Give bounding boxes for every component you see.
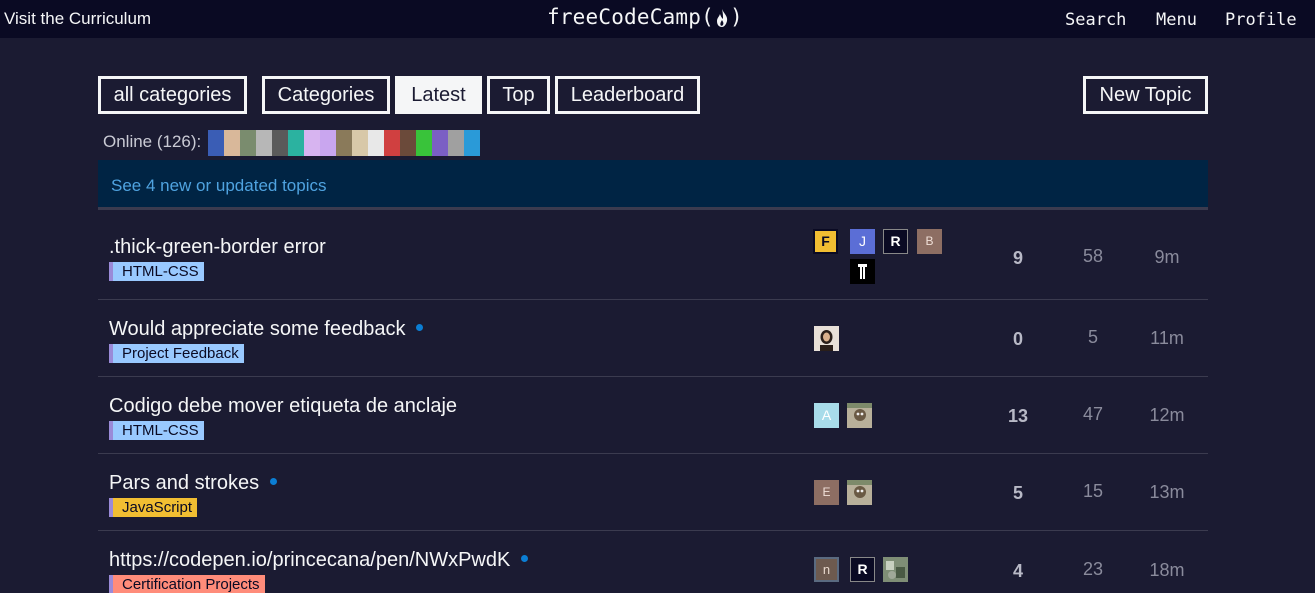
search-button[interactable]: Search: [1065, 10, 1126, 30]
avatar[interactable]: R: [883, 229, 908, 254]
new-topic-button[interactable]: New Topic: [1083, 76, 1208, 114]
logo-text-right: ): [729, 5, 743, 29]
avatar[interactable]: [336, 130, 352, 156]
topic-row[interactable]: Codigo debe mover etiqueta de anclaje HT…: [98, 377, 1208, 454]
activity-time[interactable]: 13m: [1142, 482, 1192, 503]
avatar[interactable]: [814, 326, 839, 351]
profile-button[interactable]: Profile: [1225, 10, 1297, 30]
topic-title[interactable]: .thick-green-border error: [109, 236, 326, 259]
activity-time[interactable]: 12m: [1142, 405, 1192, 426]
replies-count: 5: [1012, 483, 1023, 503]
avatar[interactable]: J: [850, 229, 875, 254]
avatar[interactable]: [208, 130, 224, 156]
avatar[interactable]: [847, 403, 872, 428]
curriculum-link[interactable]: Visit the Curriculum: [4, 9, 151, 29]
avatar[interactable]: [256, 130, 272, 156]
avatar[interactable]: [432, 130, 448, 156]
tab-top[interactable]: Top: [487, 76, 550, 114]
photo-avatar-icon: [847, 480, 872, 505]
avatar[interactable]: [352, 130, 368, 156]
views-count: 15: [1082, 481, 1104, 501]
topic-title[interactable]: Codigo debe mover etiqueta de anclaje: [109, 395, 457, 418]
avatar[interactable]: R: [850, 557, 875, 582]
photo-avatar-icon: [883, 557, 908, 582]
avatar[interactable]: [850, 259, 875, 284]
replies-count: 13: [1007, 406, 1029, 426]
unread-indicator: [521, 555, 529, 563]
online-avatars[interactable]: [208, 130, 480, 156]
activity-time[interactable]: 9m: [1142, 247, 1192, 268]
avatar[interactable]: [883, 557, 908, 582]
views-count: 58: [1082, 246, 1104, 266]
category-tag[interactable]: Certification Projects: [109, 575, 265, 593]
avatar[interactable]: [304, 130, 320, 156]
person-icon: [820, 330, 833, 351]
activity-time[interactable]: 18m: [1142, 560, 1192, 581]
topic-title[interactable]: https://codepen.io/princecana/pen/NWxPwd…: [109, 549, 529, 572]
avatar[interactable]: [464, 130, 480, 156]
logo-text-left: freeCodeCamp(: [547, 5, 714, 29]
all-categories-dropdown[interactable]: all categories: [98, 76, 247, 114]
category-tag[interactable]: HTML-CSS: [109, 421, 204, 440]
replies-count: 0: [1012, 329, 1023, 349]
category-tag[interactable]: HTML-CSS: [109, 262, 204, 281]
topic-row[interactable]: Would appreciate some feedback Project F…: [98, 300, 1208, 377]
flame-icon: [716, 9, 728, 27]
avatar[interactable]: B: [917, 229, 942, 254]
tab-leaderboard[interactable]: Leaderboard: [555, 76, 700, 114]
avatar[interactable]: [384, 130, 400, 156]
avatar[interactable]: n: [814, 557, 839, 582]
avatar[interactable]: [224, 130, 240, 156]
replies-count: 9: [1012, 248, 1023, 268]
topic-title-text: Pars and strokes: [109, 472, 260, 494]
new-topics-banner[interactable]: See 4 new or updated topics: [98, 160, 1208, 210]
avatar[interactable]: [320, 130, 336, 156]
avatar[interactable]: [400, 130, 416, 156]
tab-categories[interactable]: Categories: [262, 76, 390, 114]
online-users-label: Online (126):: [103, 132, 202, 151]
replies-count: 4: [1012, 561, 1023, 581]
avatar[interactable]: [272, 130, 288, 156]
activity-time[interactable]: 11m: [1142, 328, 1192, 349]
avatar[interactable]: [240, 130, 256, 156]
topic-title[interactable]: Would appreciate some feedback: [109, 318, 424, 341]
views-count: 23: [1082, 559, 1104, 579]
topic-title-text: Would appreciate some feedback: [109, 318, 406, 340]
avatar[interactable]: F: [813, 229, 838, 254]
topic-row[interactable]: .thick-green-border error HTML-CSS F J R…: [98, 213, 1208, 300]
unread-indicator: [416, 324, 424, 332]
tab-latest[interactable]: Latest: [395, 76, 482, 114]
menu-button[interactable]: Menu: [1156, 10, 1197, 30]
photo-avatar-icon: [847, 403, 872, 428]
topic-title-text: https://codepen.io/princecana/pen/NWxPwd…: [109, 549, 511, 571]
category-tag[interactable]: Project Feedback: [109, 344, 244, 363]
fork-icon: [858, 264, 867, 279]
topic-row[interactable]: Pars and strokes JavaScript E 5 15 13m: [98, 454, 1208, 531]
topic-row[interactable]: https://codepen.io/princecana/pen/NWxPwd…: [98, 531, 1208, 593]
avatar[interactable]: [416, 130, 432, 156]
views-count: 5: [1087, 327, 1098, 347]
avatar[interactable]: E: [814, 480, 839, 505]
avatar[interactable]: A: [814, 403, 839, 428]
avatar[interactable]: [448, 130, 464, 156]
top-navigation-bar: Visit the Curriculum freeCodeCamp() Sear…: [0, 0, 1315, 38]
avatar[interactable]: [368, 130, 384, 156]
freecodecamp-logo[interactable]: freeCodeCamp(): [547, 5, 743, 29]
avatar[interactable]: [288, 130, 304, 156]
topic-title[interactable]: Pars and strokes: [109, 472, 278, 495]
views-count: 47: [1082, 404, 1104, 424]
avatar[interactable]: [847, 480, 872, 505]
new-topics-link[interactable]: See 4 new or updated topics: [111, 176, 326, 196]
category-tag[interactable]: JavaScript: [109, 498, 198, 517]
unread-indicator: [270, 478, 278, 486]
